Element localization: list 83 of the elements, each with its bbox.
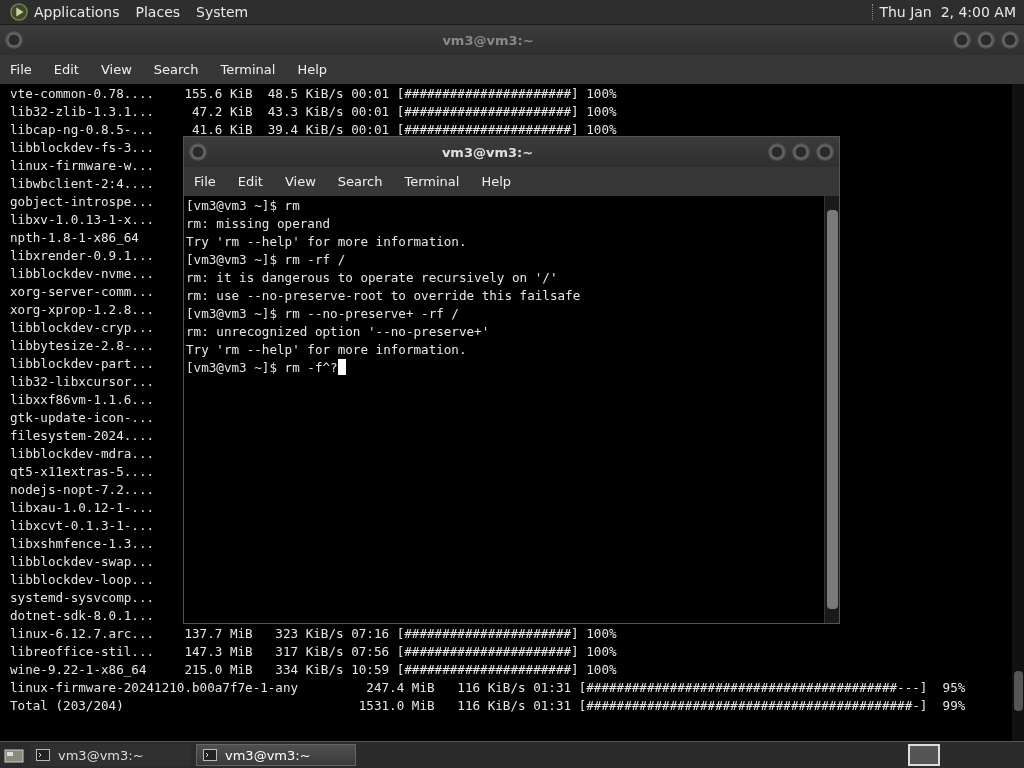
terminal-line: libblockdev-loop... — [10, 572, 155, 587]
maximize-button[interactable] — [977, 31, 995, 49]
menu-item[interactable]: Search — [153, 62, 199, 77]
terminal-line: filesystem-2024.... — [10, 428, 155, 443]
distro-logo-icon[interactable] — [10, 3, 28, 21]
terminal-line: libblockdev-part... — [10, 356, 155, 371]
terminal-line: lib32-zlib-1.3.1... 47.2 KiB 43.3 KiB/s 00:01 [######################] 100% — [10, 104, 617, 119]
menu-item[interactable]: Edit — [237, 174, 263, 189]
terminal-line: linux-firmware-w... — [10, 158, 155, 173]
menu-item[interactable]: View — [284, 174, 316, 189]
taskbar-button[interactable]: vm3@vm3:~ — [30, 744, 190, 766]
terminal-line: libxxf86vm-1.1.6... — [10, 392, 155, 407]
terminal-line: lib32-libxcursor... — [10, 374, 155, 389]
terminal-line: vte-common-0.78.... 155.6 KiB 48.5 KiB/s 00:01 [######################] 100% — [10, 86, 617, 101]
close-button[interactable] — [816, 143, 834, 161]
taskbar-button[interactable]: vm3@vm3:~ — [196, 744, 356, 766]
maximize-button[interactable] — [792, 143, 810, 161]
terminal-line: libxrender-0.9.1... — [10, 248, 155, 263]
terminal-icon — [36, 749, 50, 761]
terminal-line: nodejs-nopt-7.2.... — [10, 482, 155, 497]
terminal-line: libblockdev-fs-3... — [10, 140, 155, 155]
window-title: vm3@vm3:~ — [440, 144, 535, 160]
menu-item[interactable]: Search — [337, 174, 383, 189]
terminal-line: rm: unrecognized option '--no-preserve+' — [186, 324, 490, 339]
window-menu-button[interactable] — [189, 143, 207, 161]
terminal-line: [vm3@vm3 ~]$ rm -f^? — [186, 360, 338, 375]
terminal-line: libcap-ng-0.8.5-... 41.6 KiB 39.4 KiB/s 00:01 [######################] 100% — [10, 122, 617, 137]
show-desktop-icon[interactable] — [4, 747, 24, 763]
terminal-line: qt5-x11extras-5.... — [10, 464, 155, 479]
terminal-line: rm: missing operand — [186, 216, 331, 231]
panel-menu[interactable]: Places — [135, 4, 181, 20]
workspace-switcher[interactable] — [908, 744, 940, 766]
scrollbar-thumb[interactable] — [827, 210, 838, 609]
terminal-line: Total (203/204) 1531.0 MiB 116 KiB/s 01:31 [###########################################-] 99% — [10, 698, 966, 713]
terminal-line: libreoffice-stil... 147.3 MiB 317 KiB/s 07:56 [######################] 100% — [10, 644, 617, 659]
menu-item[interactable]: File — [10, 62, 32, 77]
terminal-line: libxcvt-0.1.3-1-... — [10, 518, 155, 533]
terminal-line: [vm3@vm3 ~]$ rm — [186, 198, 300, 213]
terminal-line: libxshmfence-1.3... — [10, 536, 155, 551]
menu-item[interactable]: Terminal — [404, 174, 460, 189]
terminal-line: Try 'rm --help' for more information. — [186, 342, 467, 357]
terminal-line: xorg-server-comm... — [10, 284, 155, 299]
scrollbar[interactable] — [1012, 84, 1024, 741]
scrollbar[interactable] — [824, 196, 839, 623]
window-title: vm3@vm3:~ — [441, 32, 535, 48]
panel-menu[interactable]: Applications — [34, 4, 120, 20]
terminal-line: gtk-update-icon-... — [10, 410, 155, 425]
menu-item[interactable]: File — [194, 174, 216, 189]
terminal-line: libblockdev-cryp... — [10, 320, 155, 335]
terminal-line: [vm3@vm3 ~]$ rm -rf / — [186, 252, 346, 267]
terminal-line: xorg-xprop-1.2.8... — [10, 302, 155, 317]
terminal-line: libxau-1.0.12-1-... — [10, 500, 155, 515]
terminal-line: Try 'rm --help' for more information. — [186, 234, 467, 249]
terminal-line: linux-firmware-20241210.b00a7f7e-1-any 247.4 MiB 116 KiB/s 01:31 [#########################################---] 95% — [10, 680, 966, 695]
terminal-line: npth-1.8-1-x86_64 — [10, 230, 139, 245]
scrollbar-thumb[interactable] — [1014, 671, 1023, 711]
terminal-line: rm: it is dangerous to operate recursively on '/' — [186, 270, 558, 285]
minimize-button[interactable] — [953, 31, 971, 49]
terminal-icon — [203, 749, 217, 761]
text-cursor — [337, 359, 346, 375]
menu-item[interactable]: View — [100, 62, 132, 77]
terminal-line: libwbclient-2:4.... — [10, 176, 155, 191]
terminal-line: dotnet-sdk-8.0.1... — [10, 608, 155, 623]
clock[interactable]: Thu Jan 2, 4:00 AM — [872, 4, 1016, 20]
menu-item[interactable]: Edit — [53, 62, 79, 77]
menu-item[interactable]: Terminal — [220, 62, 276, 77]
terminal-line: libbytesize-2.8-... — [10, 338, 155, 353]
menu-item[interactable]: Help — [481, 174, 512, 189]
terminal-line: libxv-1.0.13-1-x... — [10, 212, 155, 227]
terminal-line: systemd-sysvcomp... — [10, 590, 155, 605]
panel-menu[interactable]: System — [196, 4, 249, 20]
terminal-line: libblockdev-mdra... — [10, 446, 155, 461]
terminal-line: linux-6.12.7.arc... 137.7 MiB 323 KiB/s 07:16 [######################] 100% — [10, 626, 617, 641]
terminal-line: gobject-introspe... — [10, 194, 155, 209]
close-button[interactable] — [1001, 31, 1019, 49]
terminal-line: libblockdev-nvme... — [10, 266, 155, 281]
terminal-line: libblockdev-swap... — [10, 554, 155, 569]
minimize-button[interactable] — [768, 143, 786, 161]
menu-item[interactable]: Help — [297, 62, 328, 77]
window-menu-button[interactable] — [5, 31, 23, 49]
terminal-line: rm: use --no-preserve-root to override this failsafe — [186, 288, 581, 303]
terminal-line: [vm3@vm3 ~]$ rm --no-preserve+ -rf / — [186, 306, 459, 321]
terminal-line: wine-9.22-1-x86_64 215.0 MiB 334 KiB/s 10:59 [######################] 100% — [10, 662, 617, 677]
